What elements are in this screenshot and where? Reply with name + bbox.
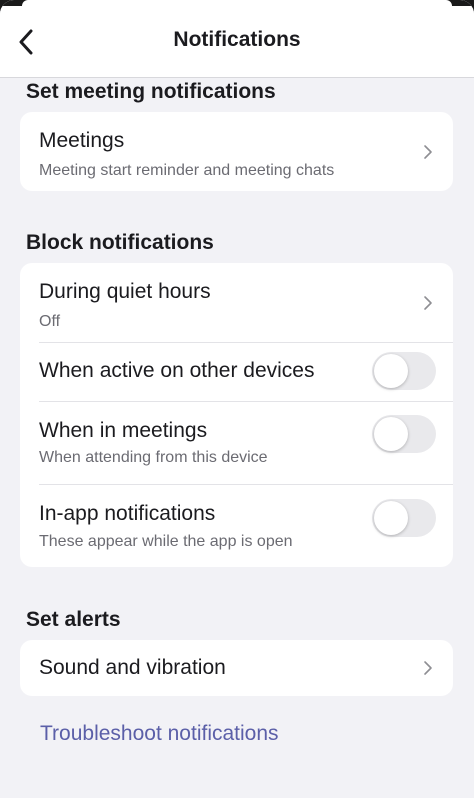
in-app-row: In-app notifications These appear while …	[20, 485, 453, 567]
active-other-devices-toggle[interactable]	[372, 352, 436, 390]
in-app-toggle[interactable]	[372, 499, 436, 537]
meetings-row[interactable]: Meetings Meeting start reminder and meet…	[20, 112, 453, 191]
in-app-subtitle: These appear while the app is open	[39, 533, 293, 550]
in-meetings-label: When in meetings	[39, 419, 208, 442]
meetings-label: Meetings	[39, 129, 125, 152]
meetings-subtitle: Meeting start reminder and meeting chats	[39, 162, 335, 179]
section-title-alerts: Set alerts	[26, 608, 121, 631]
in-app-label: In-app notifications	[39, 502, 216, 525]
top-bar: Notifications	[0, 0, 474, 78]
in-meetings-row: When in meetings When attending from thi…	[20, 402, 453, 484]
chevron-right-icon	[424, 145, 432, 159]
page-title: Notifications	[173, 28, 301, 51]
quiet-hours-value: Off	[39, 313, 61, 330]
toggle-knob	[374, 501, 408, 535]
notifications-screen: Notifications Set meeting notifications …	[0, 0, 474, 798]
section-title-meeting: Set meeting notifications	[26, 80, 276, 103]
active-other-devices-label: When active on other devices	[39, 359, 315, 382]
section-title-block: Block notifications	[26, 231, 214, 254]
chevron-right-icon	[424, 661, 432, 675]
alerts-card: Sound and vibration	[20, 640, 453, 696]
quiet-hours-label: During quiet hours	[39, 280, 211, 303]
top-strip	[0, 0, 474, 6]
block-card: During quiet hours Off When active on ot…	[20, 263, 453, 567]
chevron-right-icon	[424, 296, 432, 310]
in-meetings-toggle[interactable]	[372, 415, 436, 453]
active-other-devices-row: When active on other devices	[20, 343, 453, 401]
meeting-card: Meetings Meeting start reminder and meet…	[20, 112, 453, 191]
sound-vibration-row[interactable]: Sound and vibration	[20, 640, 453, 696]
troubleshoot-notifications-link[interactable]: Troubleshoot notifications	[40, 722, 279, 746]
toggle-knob	[374, 417, 408, 451]
sound-vibration-label: Sound and vibration	[39, 656, 226, 679]
in-meetings-subtitle: When attending from this device	[39, 449, 268, 466]
toggle-knob	[374, 354, 408, 388]
quiet-hours-row[interactable]: During quiet hours Off	[20, 263, 453, 342]
